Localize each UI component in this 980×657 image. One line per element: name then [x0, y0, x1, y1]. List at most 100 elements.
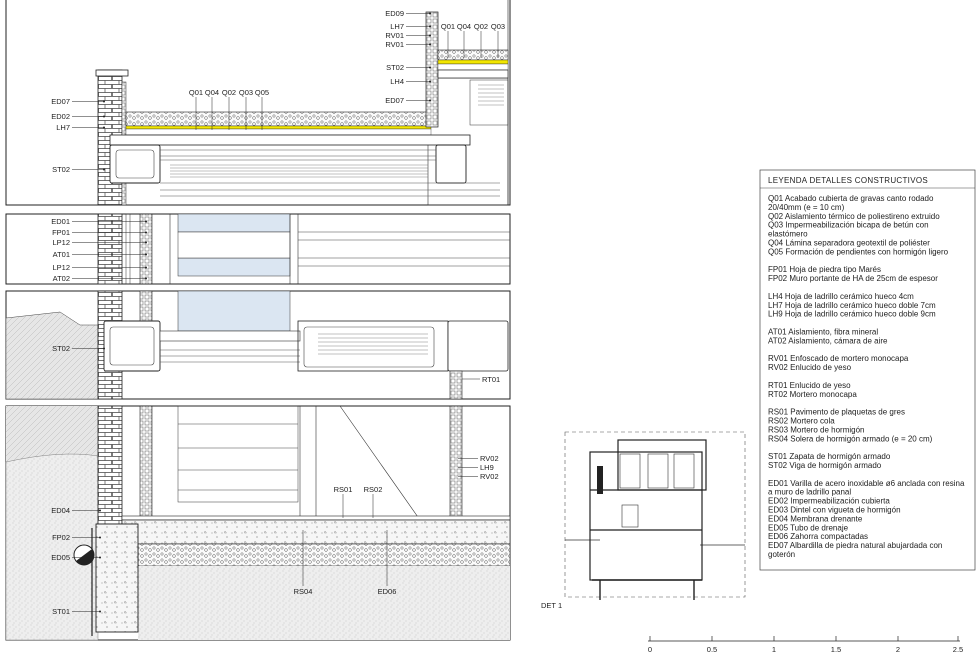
wall-label: AT01 — [53, 250, 70, 259]
floor-right-label: RT01 — [482, 375, 500, 384]
legend-entry: a muro de ladrillo panal — [768, 488, 851, 497]
legend-entry: ED07 Albardilla de piedra natural abujar… — [768, 541, 942, 550]
scale-tick-label: 1.5 — [831, 645, 841, 654]
floor-label: ST02 — [52, 344, 70, 353]
roof-main-label: Q03 — [239, 88, 253, 97]
legend-entry: ST01 Zapata de hormigón armado — [768, 452, 891, 461]
legend-entry: LH4 Hoja de ladrillo cerámico hueco 4cm — [768, 292, 914, 301]
wall-leader-dot — [145, 241, 147, 244]
scale-bar: 0 0.5 1 1.5 2 2.5 — [648, 636, 963, 654]
roof-upper-leader-dot — [429, 43, 431, 46]
wall-label: FP01 — [52, 228, 70, 237]
roof-main-label: Q04 — [205, 88, 219, 97]
legend-entry: AT01 Aislamiento, fibra mineral — [768, 328, 878, 337]
roof-main-leader-dot — [103, 100, 105, 103]
roof-main-label: Q02 — [222, 88, 236, 97]
roof-upper-label: Q02 — [474, 22, 488, 31]
roof-upper-leader-dot — [429, 34, 431, 37]
legend-entry: Q01 Acabado cubierta de gravas canto rod… — [768, 194, 934, 203]
roof-upper-leader-dot — [429, 80, 431, 83]
legend-entry: RS01 Pavimento de plaquetas de gres — [768, 408, 905, 417]
legend-entry: RT01 Enlucido de yeso — [768, 381, 851, 390]
foundation-bottom-label: ED06 — [378, 587, 397, 596]
roof-main-leader-dot — [103, 115, 105, 118]
roof-upper-label: ST02 — [386, 63, 404, 72]
foundation-bottom-label: RS04 — [294, 587, 313, 596]
wall-leader-dot — [145, 231, 147, 234]
foundation-leader-dot — [99, 509, 101, 512]
legend-entry: RV02 Enlucido de yeso — [768, 363, 852, 372]
legend-entry: ED06 Zahorra compactadas — [768, 532, 868, 541]
legend-entry: RV01 Enfoscado de mortero monocapa — [768, 354, 909, 363]
legend-entry: Q05 Formación de pendientes con hormigón… — [768, 247, 949, 256]
wall-label: LP12 — [52, 238, 70, 247]
legend-entry: ED03 Dintel con vigueta de hormigón — [768, 506, 901, 515]
foundation-detail-panel — [5, 405, 511, 641]
legend-entry: AT02 Aislamiento, cámara de aire — [768, 336, 888, 345]
legend-entry: Q02 Aislamiento térmico de poliestireno … — [768, 212, 940, 221]
roof-upper-leader-dot — [429, 25, 431, 28]
key-plan-label: DET 1 — [541, 601, 562, 610]
scale-tick-label: 2.5 — [953, 645, 963, 654]
foundation-label: FP02 — [52, 533, 70, 542]
construction-detail-sheet: 0 0.5 1 1.5 2 2.5 ED09LH7RV01RV01ST02LH4ED07Q… — [5, 0, 976, 654]
foundation-leader-dot — [99, 610, 101, 613]
roof-upper-label: RV01 — [385, 31, 404, 40]
roof-main-label: ED02 — [51, 112, 70, 121]
roof-upper-label: ED07 — [385, 96, 404, 105]
legend-entry: 20/40mm (e = 10 cm) — [768, 203, 845, 212]
roof-upper-label: Q04 — [457, 22, 471, 31]
roof-upper-label: LH4 — [390, 77, 404, 86]
wall-leader-dot — [145, 220, 147, 223]
roof-upper-leader-dot — [429, 66, 431, 69]
legend-entry: ED05 Tubo de drenaje — [768, 523, 849, 532]
legend-entry: RS02 Mortero cola — [768, 417, 835, 426]
wall-leader-dot — [145, 277, 147, 280]
roof-main-leader-dot — [103, 168, 105, 171]
legend-entry: Q04 Lámina separadora geotextil de polié… — [768, 239, 930, 248]
legend-title: LEYENDA DETALLES CONSTRUCTIVOS — [768, 176, 928, 185]
wall-label: AT02 — [53, 274, 70, 283]
legend-entry: ED02 Impermeabilización cubierta — [768, 497, 890, 506]
foundation-top-label: RS01 — [334, 485, 353, 494]
scale-tick-label: 0.5 — [707, 645, 717, 654]
foundation-label: ST01 — [52, 607, 70, 616]
legend-entry: RT02 Mortero monocapa — [768, 390, 857, 399]
wall-leader-dot — [145, 253, 147, 256]
key-plan-section — [564, 431, 746, 600]
scale-tick-label: 2 — [896, 645, 900, 654]
foundation-label: ED05 — [51, 553, 70, 562]
roof-upper-label: RV01 — [385, 40, 404, 49]
foundation-top-label: RS02 — [364, 485, 383, 494]
legend-entry: Q03 Impermeabilización bicapa de betún c… — [768, 221, 929, 230]
floor-detail-panel — [5, 290, 511, 400]
legend-entry: LH7 Hoja de ladrillo cerámico hueco dobl… — [768, 301, 936, 310]
roof-upper-leader-dot — [429, 12, 431, 15]
roof-upper-label: LH7 — [390, 22, 404, 31]
foundation-leader-dot — [99, 556, 101, 559]
wall-leader-dot — [145, 266, 147, 269]
legend-entry: elastómero — [768, 230, 808, 239]
legend-entry: FP02 Muro portante de HA de 25cm de espe… — [768, 274, 938, 283]
roof-upper-leader-dot — [429, 99, 431, 102]
roof-detail-panel — [5, 0, 511, 206]
roof-main-label: LH7 — [56, 123, 70, 132]
foundation-leader-dot — [99, 536, 101, 539]
wall-label: ED01 — [51, 217, 70, 226]
wall-detail-panel — [5, 213, 511, 285]
wall-label: LP12 — [52, 263, 70, 272]
legend-entry: FP01 Hoja de piedra tipo Marés — [768, 265, 881, 274]
floor-leader-dot — [103, 347, 105, 350]
roof-upper-label: Q01 — [441, 22, 455, 31]
roof-main-leader-dot — [103, 126, 105, 129]
roof-upper-label: Q03 — [491, 22, 505, 31]
roof-main-label: ST02 — [52, 165, 70, 174]
legend-entry: ED04 Membrana drenante — [768, 514, 863, 523]
legend-entry: RS04 Solera de hormigón armado (e = 20 c… — [768, 434, 933, 443]
foundation-label: ED04 — [51, 506, 70, 515]
legend-entry: goterón — [768, 550, 795, 559]
foundation-right-label: RV02 — [480, 472, 499, 481]
roof-main-label: ED07 — [51, 97, 70, 106]
legend-entry: ED01 Varilla de acero inoxidable ø6 ancl… — [768, 479, 965, 488]
roof-main-label: Q01 — [189, 88, 203, 97]
